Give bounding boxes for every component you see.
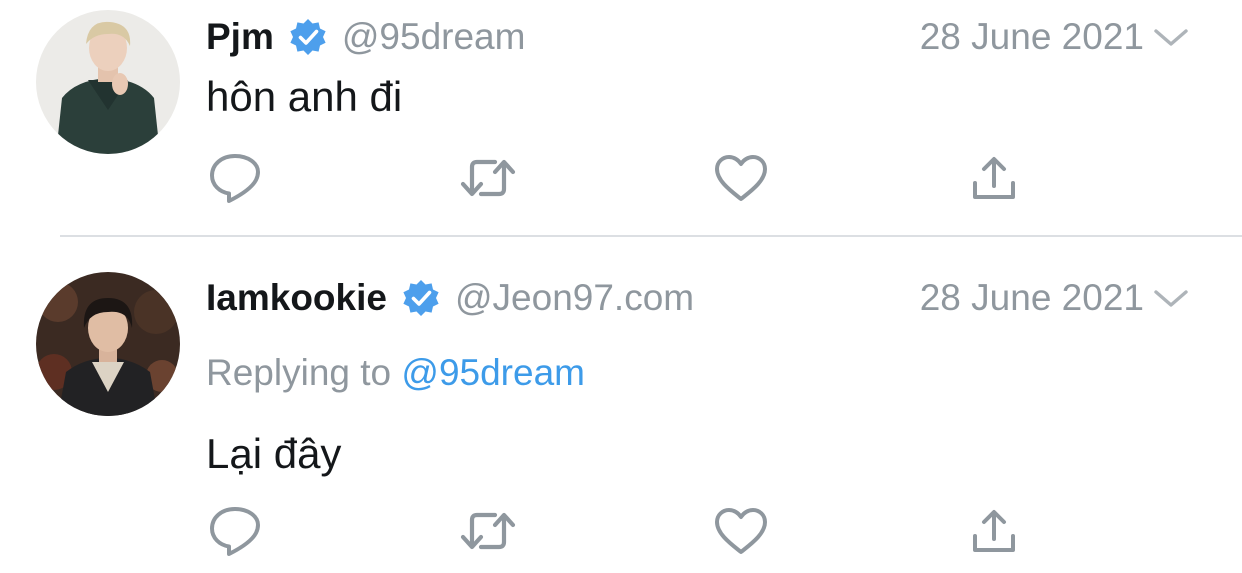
tweet-date: 28 June 2021: [919, 16, 1144, 57]
tweet-text: hôn anh đi: [206, 73, 403, 120]
reply-icon: [207, 150, 263, 211]
share-icon: [969, 506, 1019, 561]
display-name[interactable]: Iamkookie: [206, 277, 387, 319]
retweet-icon: [459, 506, 517, 561]
avatar[interactable]: [36, 272, 180, 416]
tweet-date: 28 June 2021: [919, 277, 1144, 318]
share-button[interactable]: [964, 150, 1024, 210]
tweet-header: Iamkookie @Jeon97.com 28 June 2021: [206, 273, 1194, 323]
tweet-actions: [0, 150, 1242, 210]
replying-to-label: Replying to: [206, 352, 392, 393]
handle[interactable]: @95dream: [342, 16, 526, 58]
avatar[interactable]: [36, 10, 180, 154]
retweet-button[interactable]: [458, 503, 518, 563]
tweet[interactable]: Iamkookie @Jeon97.com 28 June 2021 Reply…: [0, 237, 1242, 573]
like-button[interactable]: [711, 503, 771, 563]
tweet[interactable]: Pjm @95dream 28 June 2021 hôn anh đi: [0, 0, 1242, 236]
chevron-down-icon[interactable]: [1152, 25, 1190, 51]
chevron-down-icon[interactable]: [1152, 286, 1190, 312]
tweet-text: Lại đây: [206, 430, 342, 477]
verified-badge-icon: [288, 17, 328, 57]
reply-button[interactable]: [205, 150, 265, 210]
retweet-icon: [459, 153, 517, 208]
share-icon: [969, 153, 1019, 208]
replying-to-handle-link[interactable]: @95dream: [401, 352, 585, 393]
tweet-actions: [0, 503, 1242, 563]
heart-icon: [713, 153, 769, 208]
replying-to: Replying to @95dream: [206, 352, 585, 394]
display-name[interactable]: Pjm: [206, 16, 274, 58]
reply-icon: [207, 503, 263, 564]
heart-icon: [713, 506, 769, 561]
share-button[interactable]: [964, 503, 1024, 563]
handle[interactable]: @Jeon97.com: [455, 277, 694, 319]
reply-button[interactable]: [205, 503, 265, 563]
verified-badge-icon: [401, 278, 441, 318]
like-button[interactable]: [711, 150, 771, 210]
tweet-header: Pjm @95dream 28 June 2021: [206, 12, 1194, 62]
retweet-button[interactable]: [458, 150, 518, 210]
